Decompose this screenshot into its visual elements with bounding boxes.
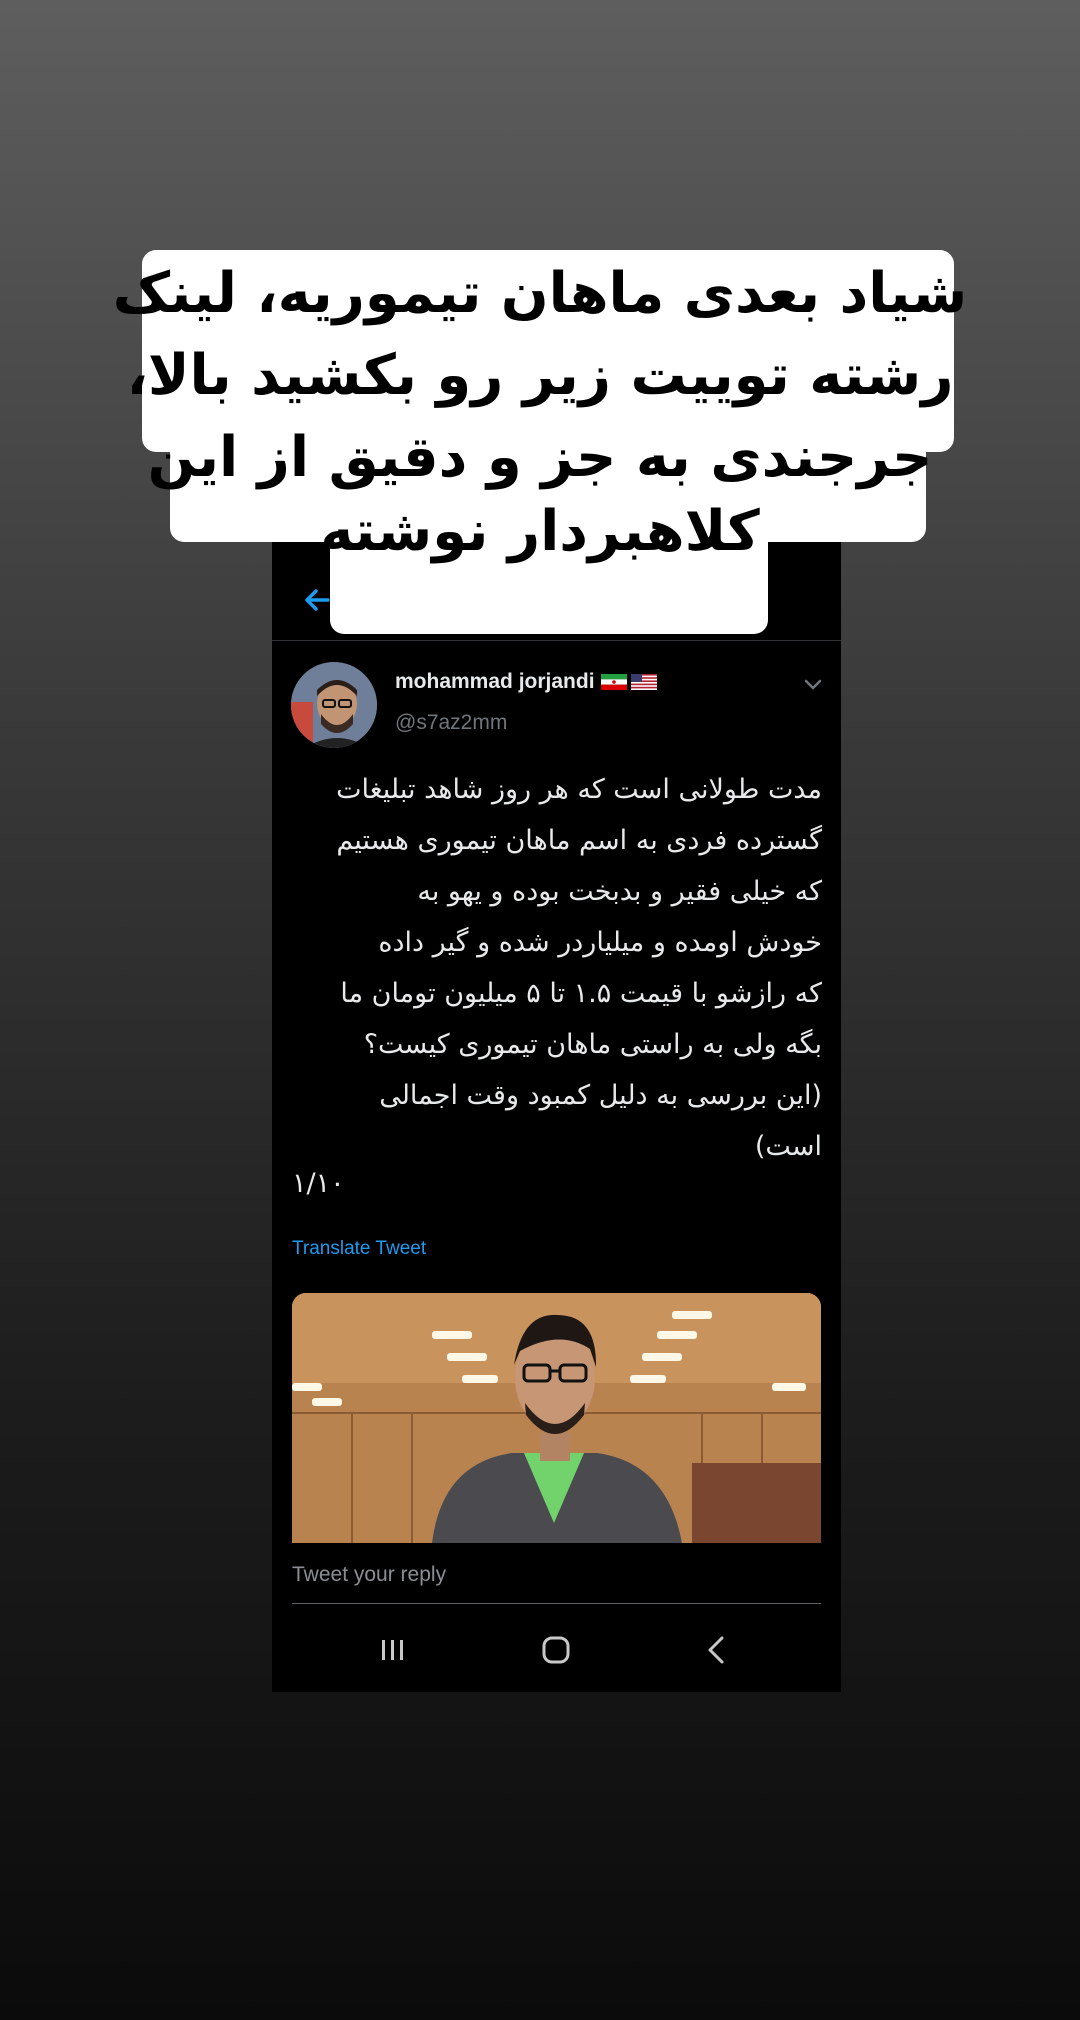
- tweet-text: مدت طولانی است که هر روز شاهد تبلیغات گس…: [292, 764, 822, 1172]
- tweet-line: مدت طولانی است که هر روز شاهد تبلیغات: [336, 774, 822, 805]
- thread-count: ۱/۱۰: [292, 1168, 345, 1199]
- iran-flag-icon: [600, 674, 627, 691]
- caption-background: [170, 430, 926, 542]
- media-photo: [292, 1293, 821, 1543]
- tweet-line: که رازشو با قیمت ۱.۵ تا ۵ میلیون تومان م…: [340, 978, 822, 1009]
- tweet-media-image[interactable]: [292, 1293, 821, 1543]
- tweet-header: mohammad jorjandi @s7az2mm: [272, 640, 841, 750]
- tweet-line: بگه ولی به راستی ماهان تیموری کیست؟: [363, 1029, 822, 1060]
- us-flag-icon: [630, 674, 657, 691]
- caption-line: رشته توییت زیر رو بکشید بالا،: [126, 343, 954, 408]
- avatar[interactable]: [291, 662, 377, 748]
- chevron-down-icon[interactable]: [803, 678, 823, 692]
- back-icon[interactable]: [692, 1630, 742, 1670]
- tweet-line: (این بررسی به دلیل کمبود وقت اجمالی: [379, 1080, 822, 1111]
- reply-input[interactable]: [292, 1559, 821, 1591]
- author-name-row[interactable]: mohammad jorjandi: [395, 670, 657, 694]
- avatar-photo: [291, 662, 377, 748]
- tweet-line: خودش اومده و میلیاردر شده و گیر داده: [378, 927, 822, 958]
- back-arrow-icon[interactable]: [298, 580, 338, 620]
- reply-bar: [272, 1543, 841, 1609]
- author-flags: [600, 674, 657, 691]
- author-handle[interactable]: @s7az2mm: [395, 711, 507, 735]
- translate-tweet-link[interactable]: Translate Tweet: [292, 1238, 426, 1260]
- recent-apps-icon[interactable]: [368, 1630, 418, 1670]
- top-bar: [272, 528, 841, 641]
- android-nav-bar: [272, 1610, 841, 1692]
- tweet-screenshot: mohammad jorjandi @s7az2mm مدت طولانی اس…: [272, 528, 841, 1692]
- tweet-line: که خیلی فقیر و بدبخت بوده و یهو به: [417, 876, 822, 907]
- caption-line: شیاد بعدی ماهان تیموریه، لینک: [112, 261, 968, 326]
- tweet-line: است): [754, 1131, 822, 1162]
- tweet-line: گسترده فردی به اسم ماهان تیموری هستیم: [336, 825, 822, 856]
- caption-background: [142, 250, 954, 452]
- home-icon[interactable]: [531, 1630, 581, 1670]
- caption-line: جرجندی به جز و دقیق از این: [147, 425, 933, 490]
- author-name[interactable]: mohammad jorjandi: [395, 670, 595, 693]
- reply-divider: [292, 1603, 821, 1604]
